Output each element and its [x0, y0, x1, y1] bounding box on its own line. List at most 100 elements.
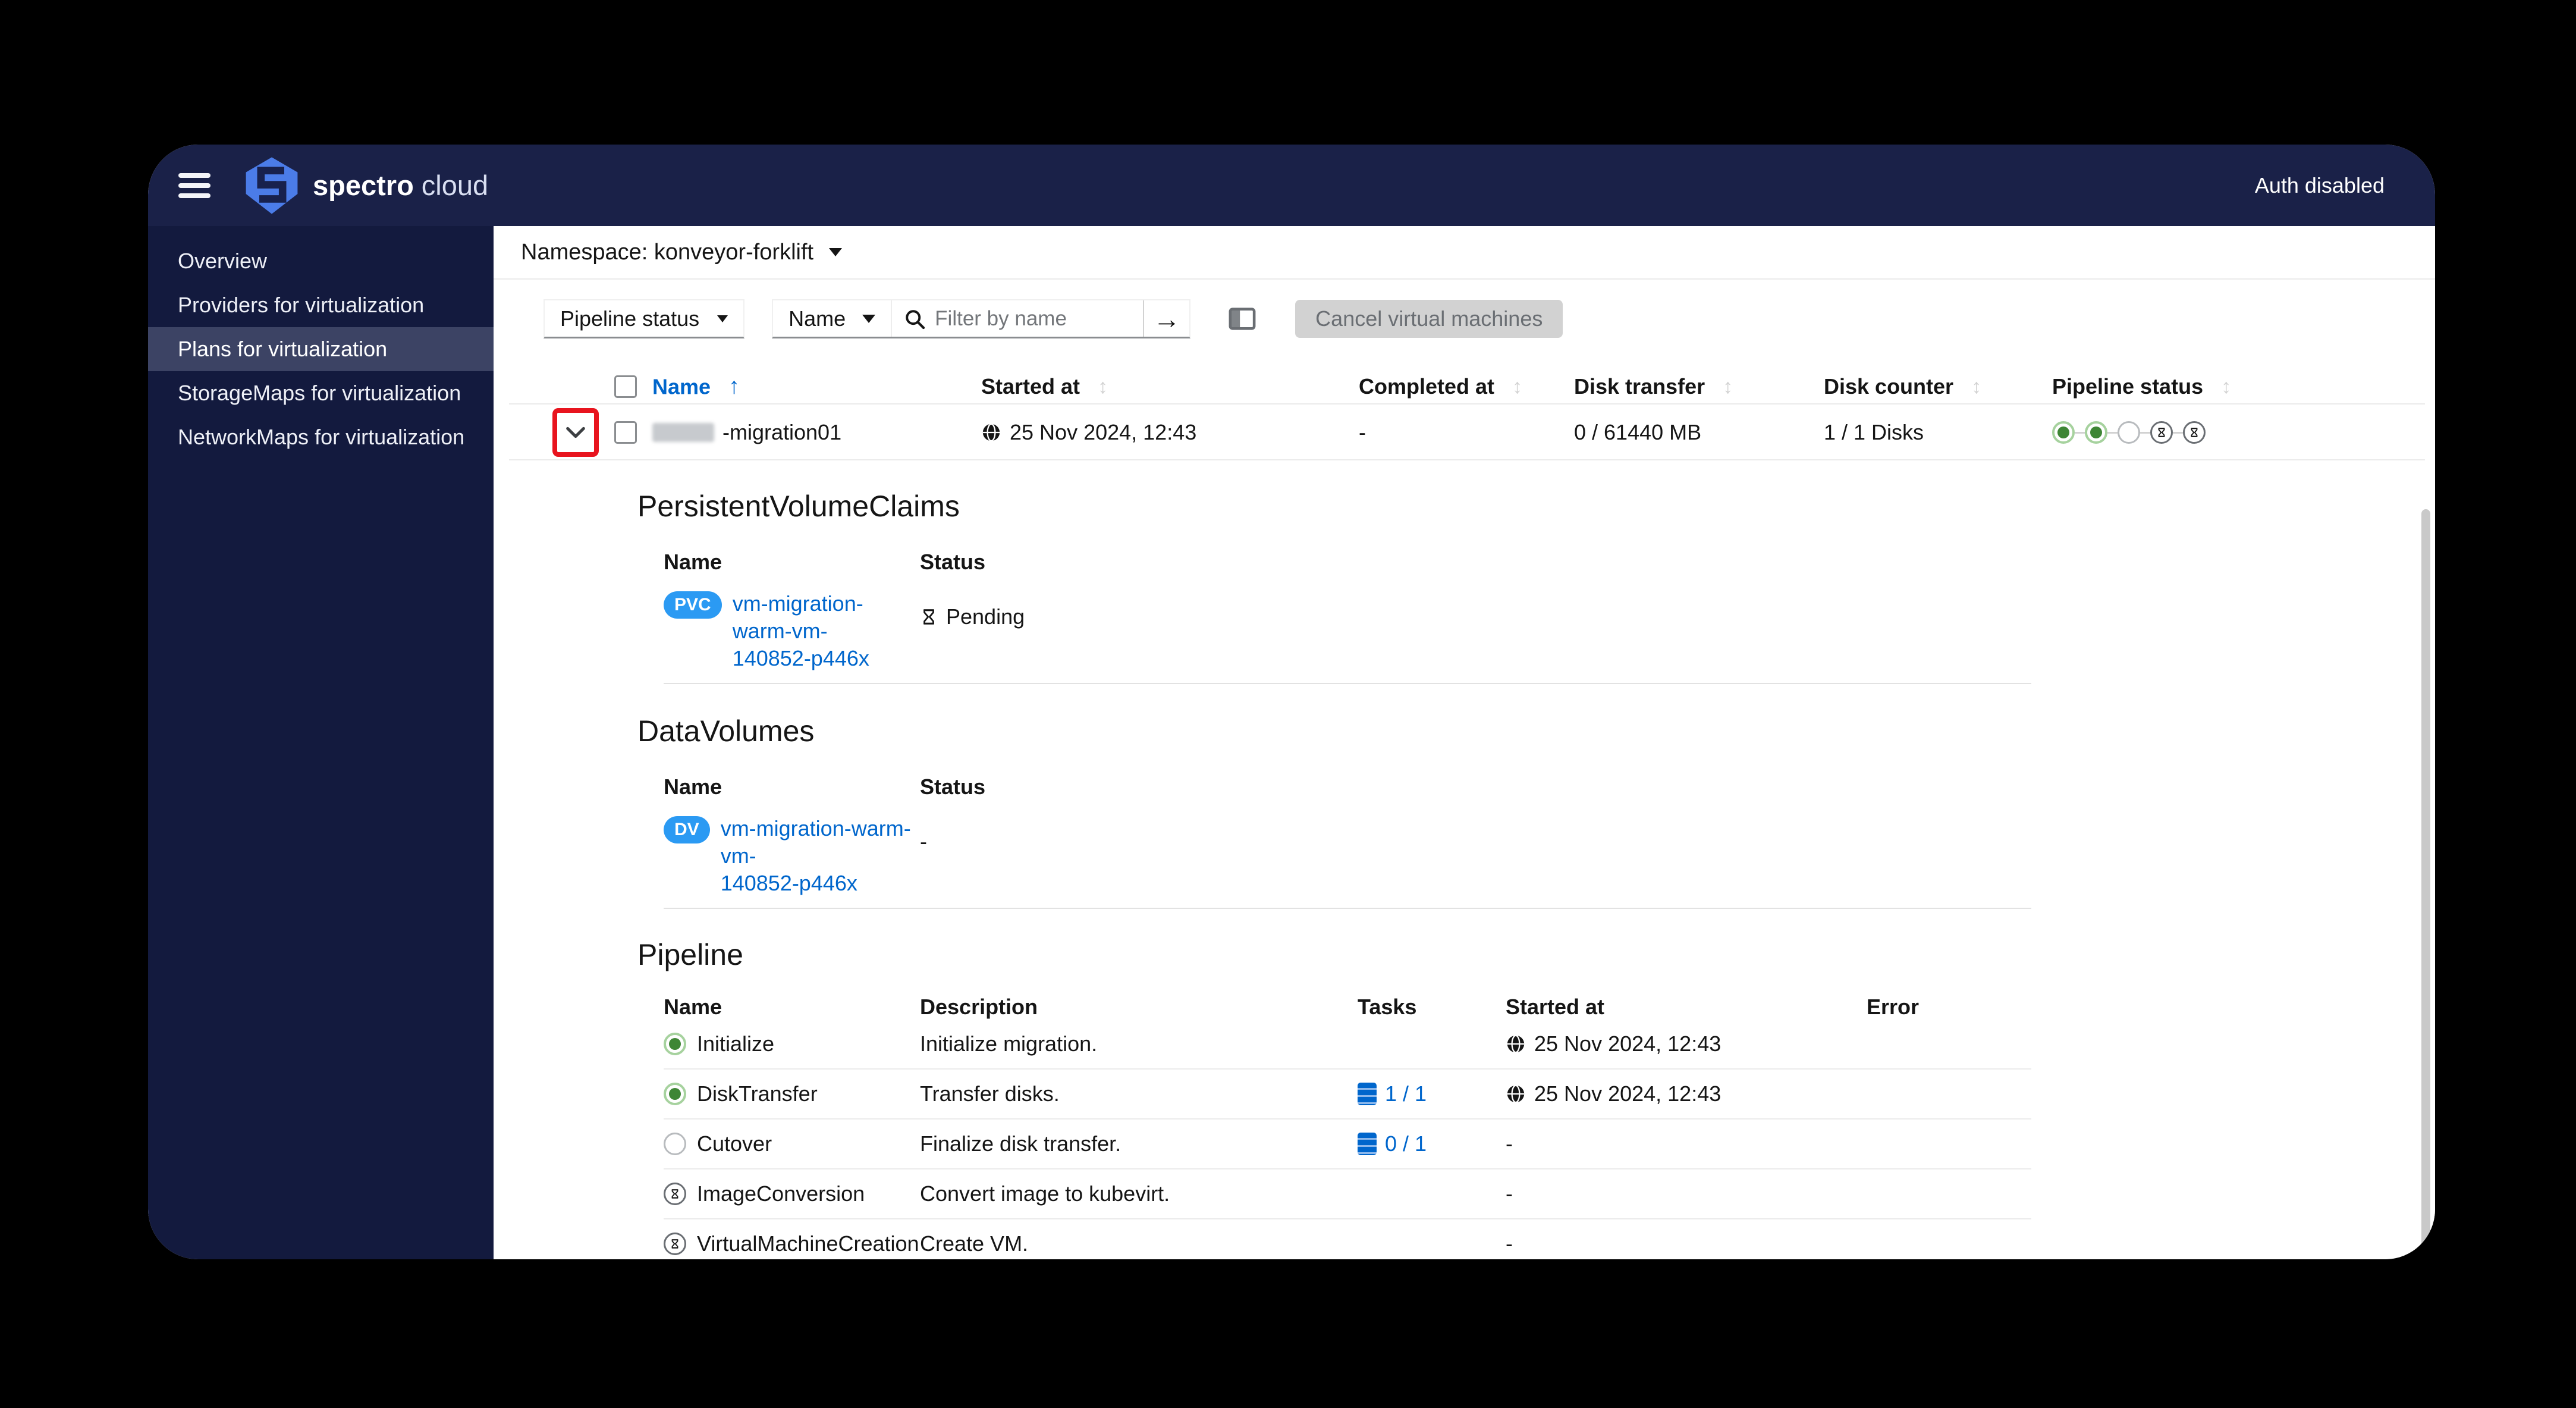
pipeline-col-tasks: Tasks: [1358, 995, 1417, 1019]
pipeline-step-started-at: 25 Nov 2024, 12:43: [1506, 1081, 1867, 1106]
disk-transfer-cell: 0 / 61440 MB: [1574, 420, 1702, 444]
sidebar-item-overview[interactable]: Overview: [148, 239, 494, 283]
tasks-icon: [1358, 1133, 1377, 1155]
redacted-name-prefix: [652, 423, 714, 442]
vertical-scrollbar[interactable]: [2421, 509, 2430, 1249]
screenshot-stage: spectro cloud Auth disabled Overview Prov…: [0, 0, 2576, 1408]
status-pending-icon: [664, 1183, 686, 1205]
spectro-cloud-logo-icon: [245, 156, 299, 215]
tasks-count: 1 / 1: [1385, 1081, 1427, 1106]
column-header-started-at[interactable]: Started at ↕: [981, 374, 1108, 399]
tasks-count: 0 / 1: [1385, 1131, 1427, 1156]
hamburger-menu-icon[interactable]: [178, 173, 211, 198]
pipeline-step-name-cell: Initialize: [664, 1031, 920, 1056]
tasks-link[interactable]: 0 / 1: [1358, 1131, 1427, 1156]
pipeline-status-filter-select[interactable]: Pipeline status: [544, 299, 745, 338]
sidebar-item-plans-for-virtualization[interactable]: Plans for virtualization: [148, 327, 494, 371]
started-at-value: 25 Nov 2024, 12:43: [1534, 1081, 1721, 1106]
status-empty-icon: [664, 1133, 686, 1155]
toolbar: Pipeline status Name Filter by name → Ca…: [544, 299, 2435, 338]
pipeline-step-name: ImageConversion: [697, 1181, 865, 1206]
dv-link[interactable]: vm-migration-warm-vm- 140852-p446x: [721, 815, 920, 897]
globe-icon: [1506, 1034, 1526, 1054]
section-divider: [664, 908, 2031, 909]
plans-table-header: Name ↑ Started at ↕ Completed at ↕ Disk …: [494, 369, 2435, 404]
status-success-core: [2057, 427, 2069, 438]
sidebar-item-networkmaps-for-virtualization[interactable]: NetworkMaps for virtualization: [148, 415, 494, 459]
status-success-core: [669, 1038, 681, 1050]
namespace-bar: Namespace: konveyor-forklift: [494, 226, 2435, 280]
table-columns-icon: [1229, 307, 1256, 331]
cancel-virtual-machines-button[interactable]: Cancel virtual machines: [1295, 300, 1563, 338]
pipeline-col-name: Name: [664, 995, 722, 1019]
column-header-disk-transfer[interactable]: Disk transfer ↕: [1574, 374, 1733, 399]
pipeline-table-body: Initialize Initialize migration. 25 Nov 20…: [664, 1020, 2031, 1259]
caret-down-icon: [717, 315, 728, 322]
step-connector: [2140, 431, 2150, 434]
namespace-caret-down-icon[interactable]: [829, 248, 843, 256]
content-area: Namespace: konveyor-forklift Pipeline st…: [494, 226, 2435, 1259]
select-all-checkbox[interactable]: [614, 375, 637, 398]
row-expand-toggle[interactable]: [566, 427, 586, 438]
tasks-link[interactable]: 1 / 1: [1358, 1081, 1427, 1106]
caret-down-icon: [862, 314, 876, 323]
dv-status: -: [920, 829, 927, 854]
globe-icon: [981, 422, 1001, 443]
pvc-col-name: Name: [664, 550, 722, 574]
pipeline-section-title: Pipeline: [637, 938, 743, 971]
pvc-table: Name Status PVC vm-migration-warm-vm- 14…: [664, 550, 2435, 684]
pipeline-status-filter-label: Pipeline status: [560, 306, 700, 331]
pipeline-row-virtualmachinecreation: VirtualMachineCreation Create VM. -: [664, 1219, 2031, 1259]
status-success-icon: [2052, 421, 2075, 444]
arrow-right-icon: →: [1153, 303, 1181, 334]
status-success-icon: [664, 1033, 686, 1055]
status-success-icon: [664, 1083, 686, 1105]
sidebar: Overview Providers for virtualization Plan…: [148, 226, 494, 1259]
pvc-link[interactable]: vm-migration-warm-vm- 140852-p446x: [733, 590, 920, 672]
pvc-col-status: Status: [920, 550, 986, 574]
started-at-value: 25 Nov 2024, 12:43: [1534, 1031, 1721, 1056]
namespace-label[interactable]: Namespace: konveyor-forklift: [521, 240, 813, 265]
search-submit-button[interactable]: →: [1143, 300, 1190, 337]
pipeline-step-name-cell: ImageConversion: [664, 1181, 920, 1206]
filter-by-name-input[interactable]: [935, 306, 1132, 331]
column-header-completed-at[interactable]: Completed at ↕: [1359, 374, 1522, 399]
pipeline-col-error: Error: [1867, 995, 1920, 1019]
column-header-pipeline-status[interactable]: Pipeline status ↕: [2052, 374, 2231, 399]
pipeline-step-tasks: 1 / 1: [1358, 1081, 1506, 1106]
filter-group: Name →: [772, 299, 1191, 338]
pipeline-step-description: Initialize migration.: [920, 1031, 1098, 1056]
pvc-row: PVC vm-migration-warm-vm- 140852-p446x P…: [664, 590, 2435, 672]
pipeline-row-cutover: Cutover Finalize disk transfer. 0 / 1 -: [664, 1119, 2031, 1169]
step-connector: [2173, 431, 2183, 434]
pipeline-table-header: Name Description Tasks Started at Error: [664, 995, 2031, 1020]
sort-asc-arrow-icon: ↑: [728, 374, 740, 399]
plan-name-cell: -migration01: [652, 420, 841, 445]
step-connector: [2075, 431, 2085, 434]
completed-at-cell: -: [1359, 420, 1366, 444]
sort-icon: ↕: [1098, 375, 1108, 398]
brand-name: spectro cloud: [313, 169, 488, 202]
plan-name[interactable]: -migration01: [722, 420, 841, 445]
sort-icon: ↕: [1723, 375, 1733, 398]
filter-attribute-select[interactable]: Name: [773, 300, 893, 337]
row-checkbox[interactable]: [614, 421, 637, 444]
step-connector: [2107, 431, 2118, 434]
hourglass-icon: [920, 608, 938, 626]
top-bar: spectro cloud Auth disabled: [148, 145, 2435, 226]
chevron-down-icon: [566, 427, 586, 438]
column-header-disk-counter[interactable]: Disk counter ↕: [1824, 374, 1981, 399]
sidebar-item-storagemaps-for-virtualization[interactable]: StorageMaps for virtualization: [148, 371, 494, 415]
pipeline-row-imageconversion: ImageConversion Convert image to kubevirt…: [664, 1169, 2031, 1219]
pipeline-row-initialize: Initialize Initialize migration. 25 Nov 20…: [664, 1020, 2031, 1070]
search-icon: [904, 308, 925, 330]
dv-badge: DV: [664, 816, 710, 843]
pipeline-step-description: Convert image to kubevirt.: [920, 1181, 1170, 1206]
sidebar-item-providers-for-virtualization[interactable]: Providers for virtualization: [148, 283, 494, 327]
pipeline-step-name-cell: DiskTransfer: [664, 1081, 920, 1106]
search-box: [892, 300, 1143, 337]
dv-col-name: Name: [664, 774, 722, 799]
status-empty-icon: [2118, 421, 2140, 444]
manage-columns-button[interactable]: [1229, 307, 1256, 331]
column-header-name[interactable]: Name ↑: [652, 374, 740, 400]
